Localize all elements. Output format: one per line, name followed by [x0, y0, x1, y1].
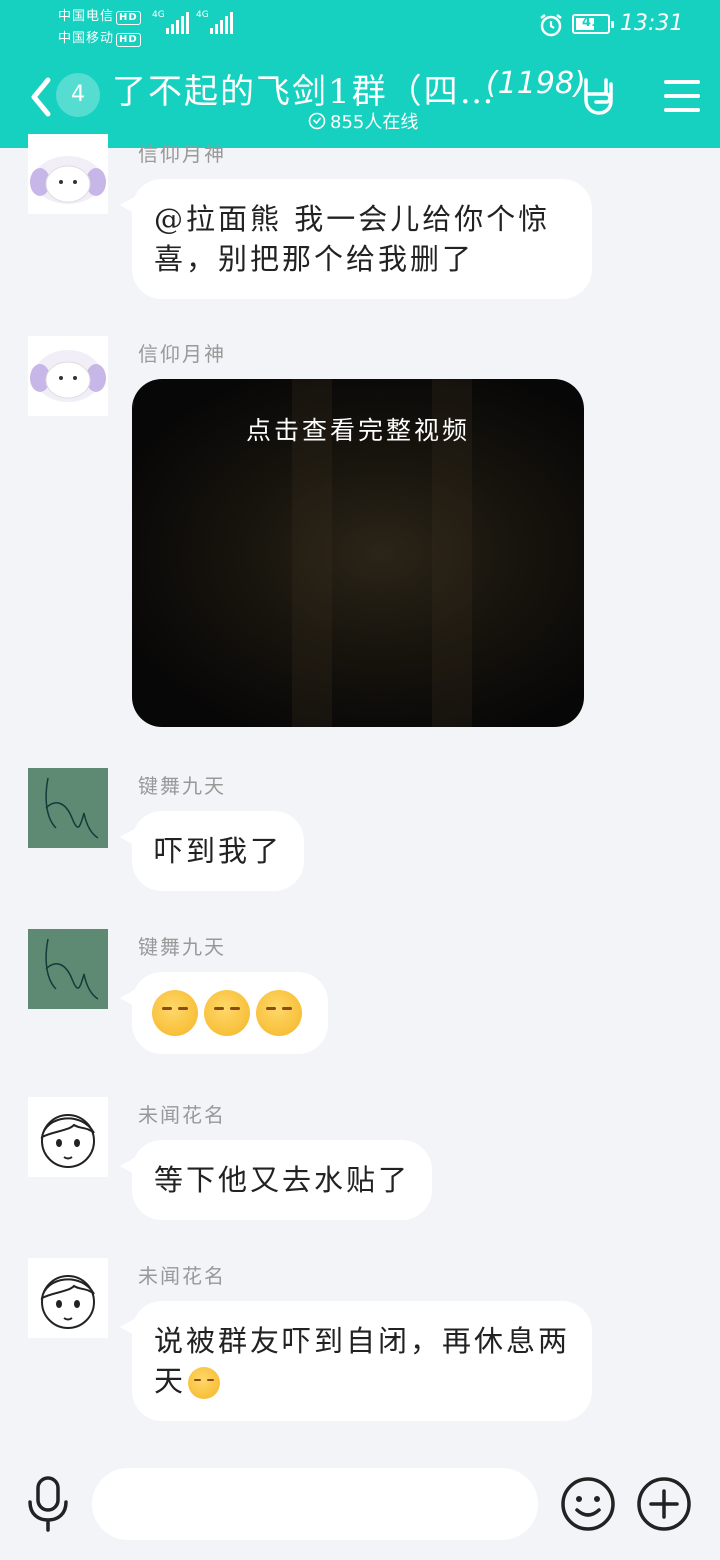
- status-bar: 中国电信 HD 中国移动 HD 4G 4G 41 13:31: [0, 0, 720, 50]
- alarm-icon: [540, 14, 562, 37]
- message-bubble[interactable]: @拉面熊 我一会儿给你个惊喜，别把那个给我删了: [120, 179, 592, 299]
- message-bubble[interactable]: 说被群友吓到自闭，再休息两天: [120, 1301, 592, 1421]
- avatar[interactable]: [28, 336, 108, 416]
- online-count: 855人在线: [308, 108, 418, 134]
- hd-badge: HD: [116, 33, 141, 47]
- grin-emoji-icon: [188, 1367, 221, 1399]
- video-label: 点击查看完整视频: [245, 416, 470, 445]
- rock-hand-icon[interactable]: [578, 76, 618, 116]
- emoji-icon[interactable]: [560, 1476, 616, 1532]
- network-type: 4G: [152, 10, 165, 20]
- menu-icon[interactable]: [664, 80, 700, 112]
- avatar[interactable]: [28, 1258, 108, 1338]
- sheep-avatar-icon: [30, 350, 106, 402]
- sender-name: 键舞九天: [138, 935, 226, 959]
- sender-name: 未闻花名: [138, 1264, 226, 1288]
- network-type: 4G: [196, 10, 209, 20]
- message-input[interactable]: [92, 1468, 538, 1540]
- check-circle-icon: [308, 112, 326, 130]
- group-title[interactable]: 了不起的飞剑1群（四…: [112, 64, 496, 113]
- avatar[interactable]: [28, 1097, 108, 1177]
- microphone-icon[interactable]: [26, 1476, 70, 1532]
- signal-icon: [210, 12, 233, 34]
- carrier-1: 中国电信 HD: [58, 5, 141, 25]
- boy-avatar-icon: [40, 1275, 95, 1329]
- boy-avatar-icon: [40, 1114, 95, 1168]
- plus-icon[interactable]: [636, 1476, 692, 1532]
- input-bar: [0, 1452, 720, 1560]
- shush-emoji-icon: [256, 990, 302, 1036]
- avatar[interactable]: [28, 768, 108, 848]
- battery-icon: 41: [572, 14, 614, 34]
- sender-name: 信仰月神: [138, 142, 226, 166]
- hd-badge: HD: [116, 11, 141, 25]
- shush-emoji-icon: [204, 990, 250, 1036]
- unread-badge[interactable]: 4: [56, 73, 100, 117]
- message-bubble[interactable]: 等下他又去水贴了: [119, 1140, 433, 1220]
- signal-icon: [166, 12, 189, 34]
- sender-name: 未闻花名: [138, 1103, 226, 1127]
- clock: 13:31: [620, 11, 684, 36]
- sender-name: 信仰月神: [138, 342, 226, 366]
- sheep-avatar-icon: [30, 156, 106, 204]
- avatar[interactable]: [28, 134, 108, 214]
- shush-emoji-icon: [152, 990, 198, 1036]
- video-message[interactable]: 点击查看完整视频: [132, 379, 584, 727]
- signature-avatar-icon: [45, 938, 99, 1000]
- avatar[interactable]: [28, 929, 108, 1009]
- back-icon[interactable]: [26, 72, 56, 122]
- message-bubble[interactable]: 吓到我了: [119, 811, 305, 891]
- message-bubble[interactable]: [120, 972, 328, 1054]
- chat-header: 中国电信 HD 中国移动 HD 4G 4G 41 13:31 4 了不起的飞剑1群（…: [0, 0, 720, 148]
- carrier-2: 中国移动 HD: [58, 27, 141, 47]
- sender-name: 键舞九天: [138, 774, 226, 798]
- signature-avatar-icon: [45, 777, 99, 839]
- member-count[interactable]: (1198): [486, 66, 586, 101]
